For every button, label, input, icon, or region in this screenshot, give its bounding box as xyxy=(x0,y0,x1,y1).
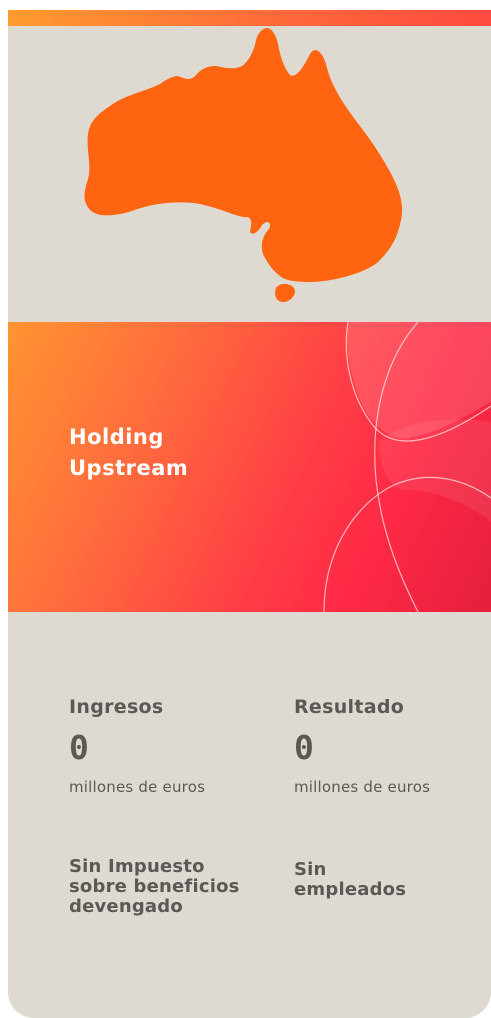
tax-note-line2: sobre beneficios xyxy=(69,876,240,897)
country-card: Holding Upstream Ingresos 0 millones de … xyxy=(8,10,491,1018)
segment-title: Holding Upstream xyxy=(69,422,188,484)
tax-note-line3: devengado xyxy=(69,896,183,917)
map-panel xyxy=(8,26,491,322)
australia-map-icon xyxy=(84,28,403,303)
revenue-unit: millones de euros xyxy=(69,778,206,796)
segment-title-line2: Upstream xyxy=(69,456,189,480)
segment-title-line1: Holding xyxy=(69,425,164,449)
employees-note-line1: Sin xyxy=(294,859,327,880)
result-value: 0 xyxy=(294,728,314,767)
result-unit: millones de euros xyxy=(294,778,431,796)
tax-note-line1: Sin Impuesto xyxy=(69,856,205,877)
tax-note: Sin Impuesto sobre beneficios devengado xyxy=(69,857,240,917)
revenue-label: Ingresos xyxy=(69,696,164,718)
accent-strip xyxy=(8,10,491,26)
employees-note-line2: empleados xyxy=(294,879,407,900)
employees-note: Sin empleados xyxy=(294,860,406,900)
stats-panel: Ingresos 0 millones de euros Resultado 0… xyxy=(8,612,491,1018)
result-label: Resultado xyxy=(294,696,405,718)
segment-banner: Holding Upstream xyxy=(8,322,491,612)
revenue-value: 0 xyxy=(69,728,89,767)
